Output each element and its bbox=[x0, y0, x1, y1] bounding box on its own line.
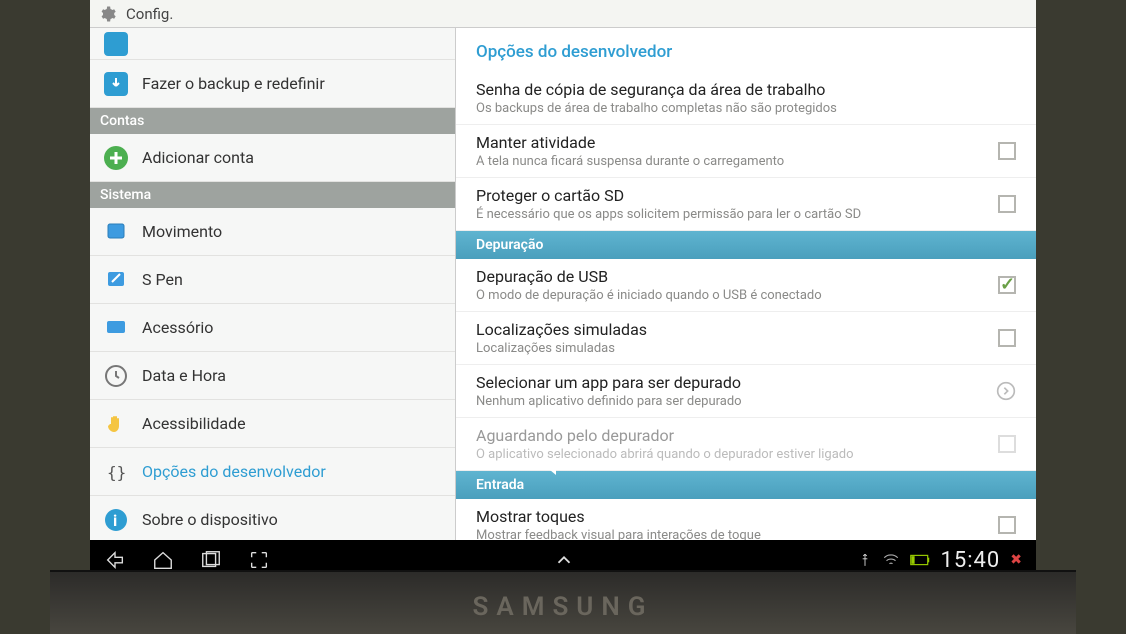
gear-icon bbox=[100, 5, 118, 23]
motion-icon bbox=[104, 220, 128, 244]
setting-title: Mostrar toques bbox=[476, 507, 988, 526]
setting-subtitle: É necessário que os apps solicitem permi… bbox=[476, 207, 988, 222]
hand-icon bbox=[104, 412, 128, 436]
sidebar-item-spen[interactable]: S Pen bbox=[90, 256, 455, 304]
checkbox[interactable] bbox=[998, 195, 1016, 213]
recent-icon[interactable] bbox=[200, 549, 222, 571]
setting-subtitle: Mostrar feedback visual para interações … bbox=[476, 528, 988, 540]
close-indicator-icon: ✖ bbox=[1010, 552, 1022, 568]
row-mock-locations[interactable]: Localizações simuladas Localizações simu… bbox=[456, 312, 1036, 365]
row-usb-debug[interactable]: Depuração de USB O modo de depuração é i… bbox=[456, 259, 1036, 312]
sidebar-item-partial[interactable] bbox=[90, 28, 455, 60]
sidebar: Fazer o backup e redefinir Contas Adicio… bbox=[90, 28, 456, 540]
checkbox bbox=[998, 435, 1016, 453]
row-backup-password[interactable]: Senha de cópia de segurança da área de t… bbox=[456, 72, 1036, 125]
sidebar-item-label: Fazer o backup e redefinir bbox=[142, 74, 325, 93]
sidebar-section-contas: Contas bbox=[90, 108, 455, 134]
sidebar-item-backup[interactable]: Fazer o backup e redefinir bbox=[90, 60, 455, 108]
sidebar-section-sistema: Sistema bbox=[90, 182, 455, 208]
section-input: Entrada bbox=[456, 471, 1036, 499]
setting-subtitle: Localizações simuladas bbox=[476, 341, 988, 356]
back-icon[interactable] bbox=[104, 549, 126, 571]
setting-title: Proteger o cartão SD bbox=[476, 186, 988, 205]
accessory-icon bbox=[104, 316, 128, 340]
row-protect-sd[interactable]: Proteger o cartão SD É necessário que os… bbox=[456, 178, 1036, 231]
device-bezel: SAMSUNG bbox=[50, 570, 1076, 634]
sidebar-item-add-account[interactable]: Adicionar conta bbox=[90, 134, 455, 182]
battery-icon bbox=[910, 553, 930, 567]
info-icon: i bbox=[104, 508, 128, 532]
sidebar-item-label: S Pen bbox=[142, 270, 183, 289]
screenshot-icon[interactable] bbox=[248, 549, 270, 571]
sidebar-item-datahora[interactable]: Data e Hora bbox=[90, 352, 455, 400]
setting-title: Selecionar um app para ser depurado bbox=[476, 373, 986, 392]
row-select-debug-app[interactable]: Selecionar um app para ser depurado Nenh… bbox=[456, 365, 1036, 418]
cloud-icon bbox=[104, 32, 128, 56]
clock: 15:40 bbox=[940, 548, 1000, 573]
selection-notch-icon bbox=[544, 455, 556, 475]
page-title: Config. bbox=[126, 5, 173, 23]
svg-text:i: i bbox=[113, 511, 117, 530]
action-bar: Config. bbox=[90, 0, 1036, 28]
main-panel: Opções do desenvolvedor Senha de cópia d… bbox=[456, 28, 1036, 540]
chevron-up-icon[interactable] bbox=[553, 549, 575, 571]
setting-subtitle: Os backups de área de trabalho completas… bbox=[476, 101, 1016, 116]
home-icon[interactable] bbox=[152, 549, 174, 571]
section-debug: Depuração bbox=[456, 231, 1036, 259]
main-header: Opções do desenvolvedor bbox=[456, 28, 1036, 72]
setting-title: Aguardando pelo depurador bbox=[476, 426, 988, 445]
sidebar-item-label: Acessório bbox=[142, 318, 213, 337]
device-brand: SAMSUNG bbox=[50, 592, 1076, 622]
add-icon bbox=[104, 146, 128, 170]
sidebar-item-about[interactable]: i Sobre o dispositivo bbox=[90, 496, 455, 540]
checkbox[interactable] bbox=[998, 276, 1016, 294]
sidebar-item-developer[interactable]: {} Opções do desenvolvedor bbox=[90, 448, 455, 496]
setting-title: Localizações simuladas bbox=[476, 320, 988, 339]
sidebar-item-label: Data e Hora bbox=[142, 366, 226, 385]
setting-title: Senha de cópia de segurança da área de t… bbox=[476, 80, 1016, 99]
braces-icon: {} bbox=[104, 460, 128, 484]
usb-icon bbox=[858, 551, 872, 569]
setting-title: Depuração de USB bbox=[476, 267, 988, 286]
sidebar-item-movimento[interactable]: Movimento bbox=[90, 208, 455, 256]
spen-icon bbox=[104, 268, 128, 292]
backup-icon bbox=[104, 72, 128, 96]
clock-icon bbox=[104, 364, 128, 388]
checkbox[interactable] bbox=[998, 329, 1016, 347]
setting-title: Manter atividade bbox=[476, 133, 988, 152]
sidebar-item-label: Movimento bbox=[142, 222, 222, 241]
checkbox[interactable] bbox=[998, 516, 1016, 534]
row-show-touches[interactable]: Mostrar toques Mostrar feedback visual p… bbox=[456, 499, 1036, 540]
sidebar-item-label: Acessibilidade bbox=[142, 414, 246, 433]
setting-subtitle: O modo de depuração é iniciado quando o … bbox=[476, 288, 988, 303]
chevron-right-icon bbox=[996, 381, 1016, 401]
setting-subtitle: Nenhum aplicativo definido para ser depu… bbox=[476, 394, 986, 409]
setting-subtitle: A tela nunca ficará suspensa durante o c… bbox=[476, 154, 988, 169]
sidebar-item-label: Sobre o dispositivo bbox=[142, 510, 278, 529]
checkbox[interactable] bbox=[998, 142, 1016, 160]
sidebar-item-acessibilidade[interactable]: Acessibilidade bbox=[90, 400, 455, 448]
sidebar-item-acessorio[interactable]: Acessório bbox=[90, 304, 455, 352]
wifi-icon bbox=[882, 551, 900, 569]
row-keep-activity[interactable]: Manter atividade A tela nunca ficará sus… bbox=[456, 125, 1036, 178]
sidebar-item-label: Opções do desenvolvedor bbox=[142, 462, 326, 481]
svg-text:{}: {} bbox=[107, 463, 126, 482]
sidebar-item-label: Adicionar conta bbox=[142, 148, 254, 167]
row-wait-debugger: Aguardando pelo depurador O aplicativo s… bbox=[456, 418, 1036, 471]
